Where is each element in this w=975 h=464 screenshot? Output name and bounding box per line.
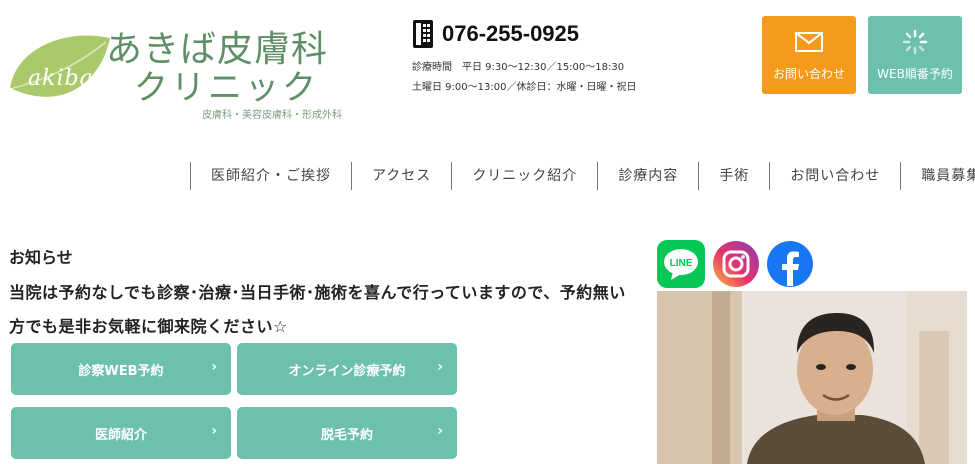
web-reservation-button[interactable]: WEB順番予約 <box>868 16 962 94</box>
line-icon-label: LINE <box>670 258 693 269</box>
logo-subtitle: 皮膚科・美容皮膚科・形成外科 <box>202 110 342 121</box>
contact-button-label: お問い合わせ <box>772 66 845 81</box>
mail-icon <box>795 31 823 52</box>
button-label: オンライン診療予約 <box>288 363 406 379</box>
office-hours: 診療時間 平日 9:30〜12:30／15:00〜18:30 土曜日 9:00〜… <box>412 58 742 98</box>
nav-item-access[interactable]: アクセス <box>351 162 451 190</box>
doctor-photo <box>657 291 967 464</box>
contact-info: 076-255-0925 診療時間 平日 9:30〜12:30／15:00〜18… <box>412 18 742 98</box>
contact-button[interactable]: お問い合わせ <box>762 16 856 94</box>
nav-item-contact[interactable]: お問い合わせ <box>769 162 900 190</box>
logo-leaf-text: akiba <box>28 66 94 91</box>
button-label: 脱毛予約 <box>320 427 373 443</box>
hair-removal-reservation-button[interactable]: 脱毛予約 › <box>237 407 457 459</box>
nav-item-treatment[interactable]: 診療内容 <box>597 162 698 190</box>
line-icon[interactable]: LINE <box>657 240 705 288</box>
button-label: 医師紹介 <box>94 427 147 443</box>
nav-item-recruit[interactable]: 職員募集 <box>900 162 975 190</box>
clinic-logo[interactable]: akiba あきば皮膚科 クリニック 皮膚科・美容皮膚科・形成外科 <box>6 10 351 121</box>
nav-item-doctor[interactable]: 医師紹介・ご挨拶 <box>190 162 351 190</box>
doctor-photo-illustration <box>657 291 967 464</box>
news-heading: お知らせ <box>9 248 73 267</box>
loading-spinner-icon <box>902 29 928 54</box>
phone-number[interactable]: 076-255-0925 <box>442 21 579 47</box>
chevron-right-icon: › <box>211 423 217 439</box>
hours-weekday: 診療時間 平日 9:30〜12:30／15:00〜18:30 <box>412 62 625 73</box>
chevron-right-icon: › <box>211 359 217 375</box>
instagram-icon[interactable] <box>712 240 760 288</box>
logo-title-line2: クリニック <box>134 68 319 108</box>
chevron-right-icon: › <box>437 423 443 439</box>
news-text: 当院は予約なしでも診察･治療･当日手術･施術を喜んで行っていますので、予約無い方… <box>9 283 626 336</box>
nav-item-clinic[interactable]: クリニック紹介 <box>451 162 597 190</box>
nav-item-surgery[interactable]: 手術 <box>698 162 769 190</box>
web-reservation-label: WEB順番予約 <box>877 66 953 81</box>
main-nav: 医師紹介・ご挨拶 アクセス クリニック紹介 診療内容 手術 お問い合わせ 職員募… <box>190 162 975 190</box>
hours-saturday: 土曜日 9:00〜13:00／休診日：水曜・日曜・祝日 <box>412 82 637 93</box>
facebook-icon[interactable] <box>766 240 814 288</box>
phone-icon <box>413 20 433 48</box>
online-consult-reservation-button[interactable]: オンライン診療予約 › <box>237 343 457 395</box>
web-consult-reservation-button[interactable]: 診察WEB予約 › <box>11 343 231 395</box>
button-label: 診察WEB予約 <box>78 363 164 379</box>
phone-row: 076-255-0925 <box>412 18 742 50</box>
chevron-right-icon: › <box>437 359 443 375</box>
doctor-intro-button[interactable]: 医師紹介 › <box>11 407 231 459</box>
